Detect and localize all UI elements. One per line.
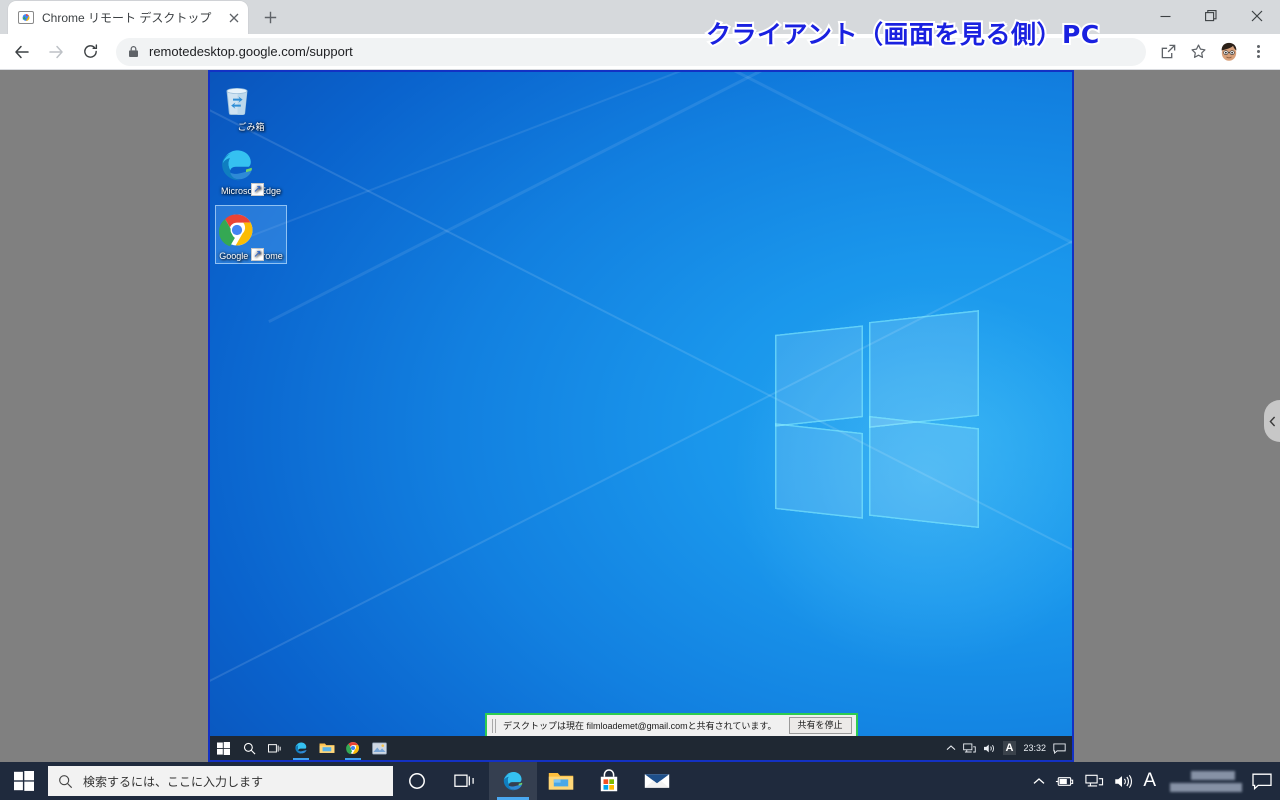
tab-chrome-remote-desktop[interactable]: Chrome リモート デスクトップ (8, 1, 248, 34)
host-tray-clock-blurred[interactable] (1170, 766, 1242, 796)
remote-taskbar-photos[interactable] (366, 736, 392, 760)
remote-taskbar-edge[interactable] (288, 736, 314, 760)
windows-logo-pane (775, 423, 863, 519)
desktop-icon-microsoft-edge[interactable]: ↗ Microsoft Edge (216, 144, 286, 196)
sharing-message: デスクトップは現在 filmloademet@gmail.comと共有されていま… (503, 721, 777, 731)
host-taskbar-edge[interactable] (489, 762, 537, 800)
three-dot-menu-icon[interactable] (1244, 38, 1272, 66)
google-chrome-icon: ↗ (216, 209, 286, 261)
windows-logo-pane (775, 325, 863, 427)
remote-tray-volume-icon[interactable] (983, 743, 996, 754)
host-tray-volume-icon[interactable] (1114, 774, 1133, 789)
host-taskbar-mail[interactable] (633, 762, 681, 800)
remote-start-button[interactable] (210, 736, 236, 760)
chrome-remote-desktop-icon (18, 10, 34, 26)
windows-wallpaper (210, 72, 1072, 760)
host-tray-battery-charging-icon[interactable] (1055, 775, 1075, 788)
windows-logo-pane (869, 415, 979, 529)
remote-taskbar: A 23:32 (210, 736, 1072, 760)
host-system-tray: A (1023, 762, 1280, 800)
remote-taskbar-chrome[interactable] (340, 736, 366, 760)
host-taskbar-file-explorer[interactable] (537, 762, 585, 800)
host-start-button[interactable] (0, 762, 48, 800)
recycle-bin-icon (216, 80, 286, 122)
forward-arrow-icon[interactable] (42, 38, 70, 66)
wallpaper-ray (268, 72, 1072, 323)
remote-screen[interactable]: ごみ箱 ↗ Microsoft Edge ↗ Google Chrome デスク… (210, 72, 1072, 760)
shortcut-arrow-icon: ↗ (251, 248, 264, 261)
back-arrow-icon[interactable] (8, 38, 36, 66)
search-icon (58, 774, 73, 789)
sharing-notification-bar: デスクトップは現在 filmloademet@gmail.comと共有されていま… (485, 713, 858, 738)
host-tray-ime-badge[interactable]: A (1143, 770, 1156, 792)
toolbar-actions (1152, 38, 1272, 66)
tab-close-icon[interactable] (226, 10, 242, 26)
host-search-box[interactable]: 検索するには、ここに入力します (48, 766, 393, 796)
host-taskbar: 検索するには、ここに入力します A (0, 762, 1280, 800)
screen: Chrome リモート デスクトップ remotedesktop.google.… (0, 0, 1280, 800)
desktop-icon-recycle-bin[interactable]: ごみ箱 (216, 80, 286, 132)
remote-desktop-frame: ごみ箱 ↗ Microsoft Edge ↗ Google Chrome デスク… (208, 70, 1074, 762)
minimize-icon[interactable] (1142, 0, 1188, 32)
host-taskbar-microsoft-store[interactable] (585, 762, 633, 800)
drag-grip-icon[interactable] (492, 718, 496, 733)
remote-tray-notification-icon[interactable] (1053, 742, 1066, 754)
address-bar-url: remotedesktop.google.com/support (149, 44, 353, 59)
microsoft-edge-icon: ↗ (216, 144, 286, 196)
user-avatar-icon[interactable] (1216, 39, 1242, 65)
remote-taskbar-file-explorer[interactable] (314, 736, 340, 760)
side-panel-handle[interactable] (1264, 400, 1280, 442)
wallpaper-ray (267, 72, 1072, 316)
maximize-icon[interactable] (1188, 0, 1234, 32)
remote-task-view-icon[interactable] (262, 736, 288, 760)
host-tray-overflow-icon[interactable] (1033, 777, 1045, 786)
remote-search-icon[interactable] (236, 736, 262, 760)
desktop-icon-label: ごみ箱 (237, 122, 265, 132)
shortcut-arrow-icon: ↗ (251, 183, 264, 196)
remote-tray-ime-badge[interactable]: A (1002, 741, 1017, 755)
host-taskbar-task-view[interactable] (441, 762, 489, 800)
new-tab-button[interactable] (256, 3, 284, 31)
host-search-placeholder: 検索するには、ここに入力します (83, 774, 264, 789)
window-controls (1142, 0, 1280, 32)
annotation-client-pc: クライアント（画面を見る側）PC (704, 18, 1101, 51)
stop-sharing-button[interactable]: 共有を停止 (788, 717, 852, 734)
windows-logo-pane (869, 310, 979, 428)
remote-tray-clock[interactable]: 23:32 (1023, 743, 1046, 753)
windows-logo (775, 310, 985, 529)
tab-title: Chrome リモート デスクトップ (42, 11, 212, 25)
remote-tray-network-icon[interactable] (962, 742, 976, 754)
share-screen-icon[interactable] (1154, 38, 1182, 66)
remote-tray-overflow-icon[interactable] (946, 744, 956, 752)
chevron-left-icon (1268, 416, 1276, 427)
wallpaper-ray (239, 72, 1072, 242)
host-taskbar-cortana[interactable] (393, 762, 441, 800)
host-tray-notification-icon[interactable] (1252, 773, 1272, 790)
desktop-icon-google-chrome[interactable]: ↗ Google Chrome (215, 204, 287, 265)
remote-system-tray: A 23:32 (939, 736, 1072, 760)
star-icon[interactable] (1184, 38, 1212, 66)
lock-icon (128, 45, 139, 58)
reload-icon[interactable] (76, 38, 104, 66)
host-tray-network-icon[interactable] (1085, 774, 1104, 788)
close-icon[interactable] (1234, 0, 1280, 32)
